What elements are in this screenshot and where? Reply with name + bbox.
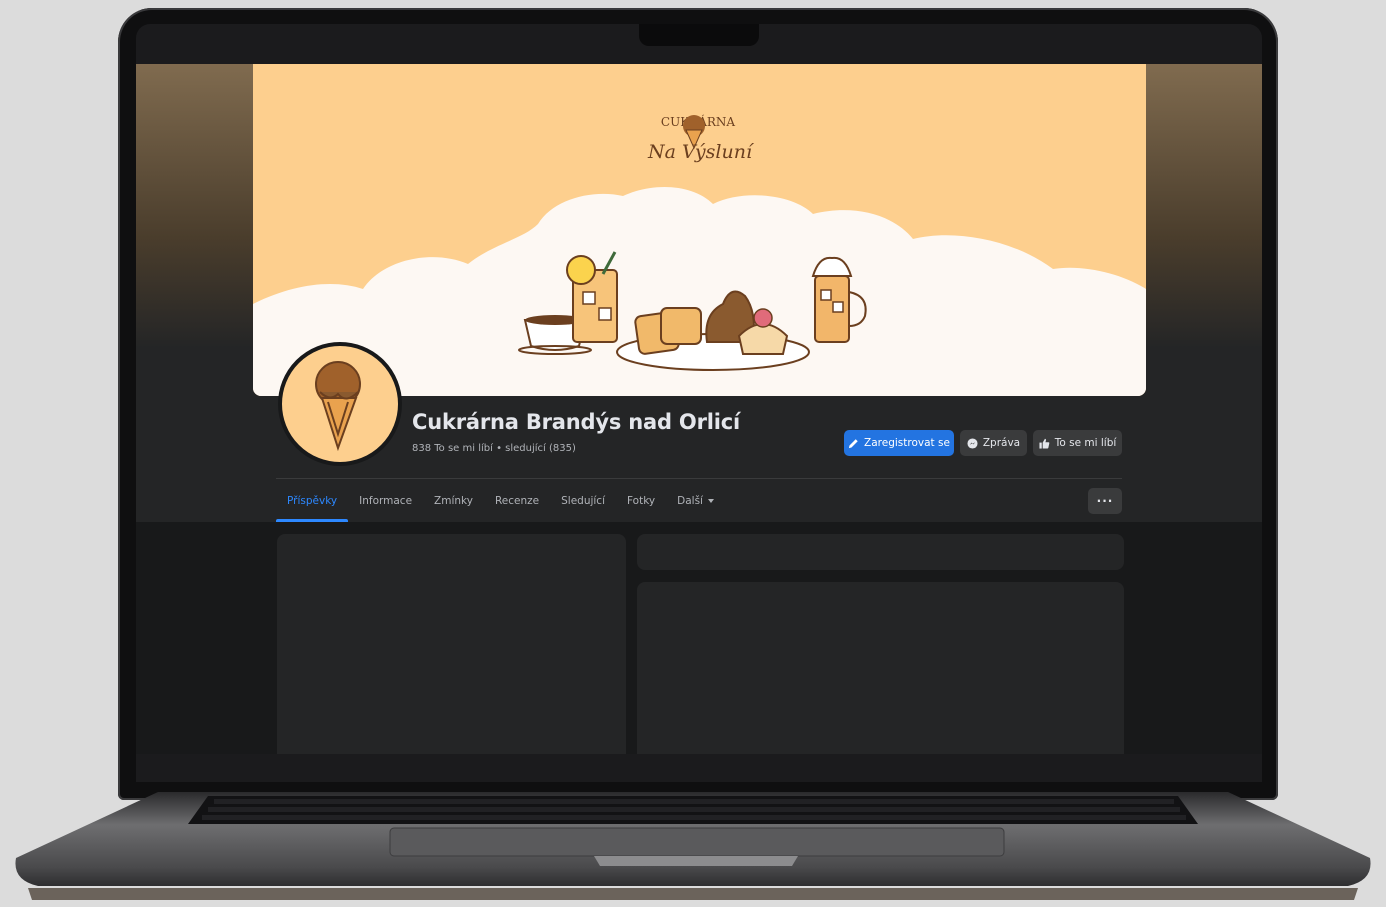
register-button-label: Zaregistrovat se [864, 437, 950, 449]
page-stats[interactable]: 838 To se mi líbí • sledující (835) [412, 443, 576, 454]
page-title: Cukrárna Brandýs nad Orlicí [412, 410, 740, 434]
page-avatar[interactable] [278, 342, 402, 466]
composer-panel [637, 534, 1124, 570]
like-button-label: To se mi líbí [1054, 437, 1117, 449]
tab-more-label: Další [677, 495, 703, 507]
tab-posts[interactable]: Příspěvky [276, 480, 349, 522]
tab-reviews[interactable]: Recenze [484, 480, 550, 522]
message-button[interactable]: Zpráva [960, 430, 1027, 456]
logo-bottom-text: Na Výsluní [647, 141, 755, 163]
pencil-icon [848, 438, 858, 448]
camera-notch [639, 24, 759, 46]
laptop-screen: CUKRÁRNA Na Výsluní [136, 24, 1262, 782]
ice-cream-icon [315, 361, 361, 452]
header-divider [276, 478, 1122, 479]
more-options-button[interactable]: ··· [1088, 488, 1122, 514]
tab-about[interactable]: Informace [348, 480, 423, 522]
tab-more[interactable]: Další [666, 480, 725, 522]
message-button-label: Zpráva [982, 437, 1021, 449]
tab-followers[interactable]: Sledující [550, 480, 616, 522]
register-button[interactable]: Zaregistrovat se [844, 430, 954, 456]
messenger-icon [967, 437, 978, 449]
tab-mentions[interactable]: Zmínky [423, 480, 484, 522]
facebook-page: CUKRÁRNA Na Výsluní [136, 64, 1262, 754]
laptop-keyboard-base [15, 792, 1371, 900]
thumbs-up-icon [1039, 438, 1050, 449]
tab-photos[interactable]: Fotky [616, 480, 666, 522]
like-button[interactable]: To se mi líbí [1033, 430, 1122, 456]
intro-panel [277, 534, 626, 754]
cover-illustration: CUKRÁRNA Na Výsluní [253, 114, 1146, 396]
post-panel [637, 582, 1124, 754]
page-tabs: Příspěvky Informace Zmínky Recenze Sledu… [276, 480, 725, 522]
caret-down-icon [707, 499, 714, 503]
more-options-icon: ··· [1096, 494, 1114, 508]
cover-photo[interactable]: CUKRÁRNA Na Výsluní [253, 64, 1146, 396]
